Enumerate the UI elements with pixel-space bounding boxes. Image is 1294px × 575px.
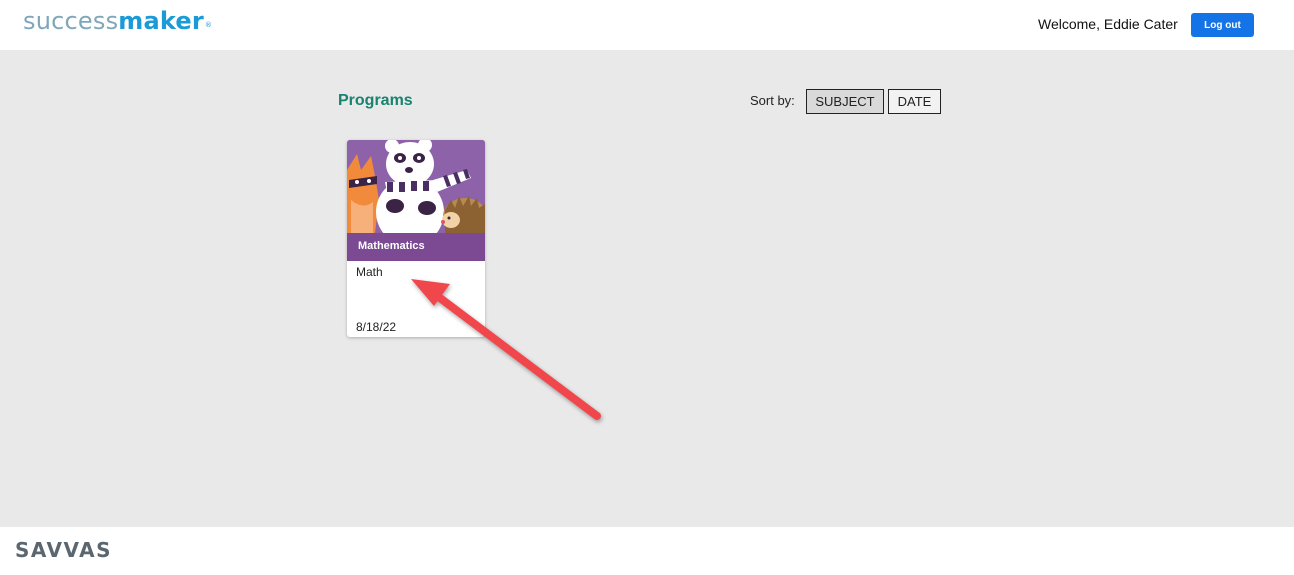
savvas-logo: SAVVAS: [15, 538, 113, 562]
card-program-name: Math: [356, 265, 383, 279]
footer: SAVVAS: [0, 527, 1294, 575]
logo-text-success: success: [23, 7, 119, 35]
registered-mark: ®: [204, 21, 213, 29]
main-content: Programs Sort by: SUBJECT DATE Mathemati…: [0, 50, 1294, 527]
sort-subject-button[interactable]: SUBJECT: [806, 89, 884, 114]
top-header: successmaker® Welcome, Eddie Cater Log o…: [0, 0, 1294, 50]
sort-date-button[interactable]: DATE: [888, 89, 941, 114]
welcome-message: Welcome, Eddie Cater: [1038, 16, 1178, 32]
math-characters-illustration: [347, 140, 485, 246]
successmaker-logo[interactable]: successmaker®: [23, 6, 213, 36]
sort-by-label: Sort by:: [750, 93, 795, 108]
logo-text-maker: maker: [118, 7, 204, 35]
card-subject-label: Mathematics: [358, 240, 425, 252]
card-artwork-svg: [347, 140, 485, 246]
logout-button[interactable]: Log out: [1191, 13, 1254, 37]
programs-heading: Programs: [338, 92, 413, 109]
program-card-math[interactable]: Mathematics Math 8/18/22: [347, 140, 485, 337]
card-program-date: 8/18/22: [356, 320, 397, 334]
